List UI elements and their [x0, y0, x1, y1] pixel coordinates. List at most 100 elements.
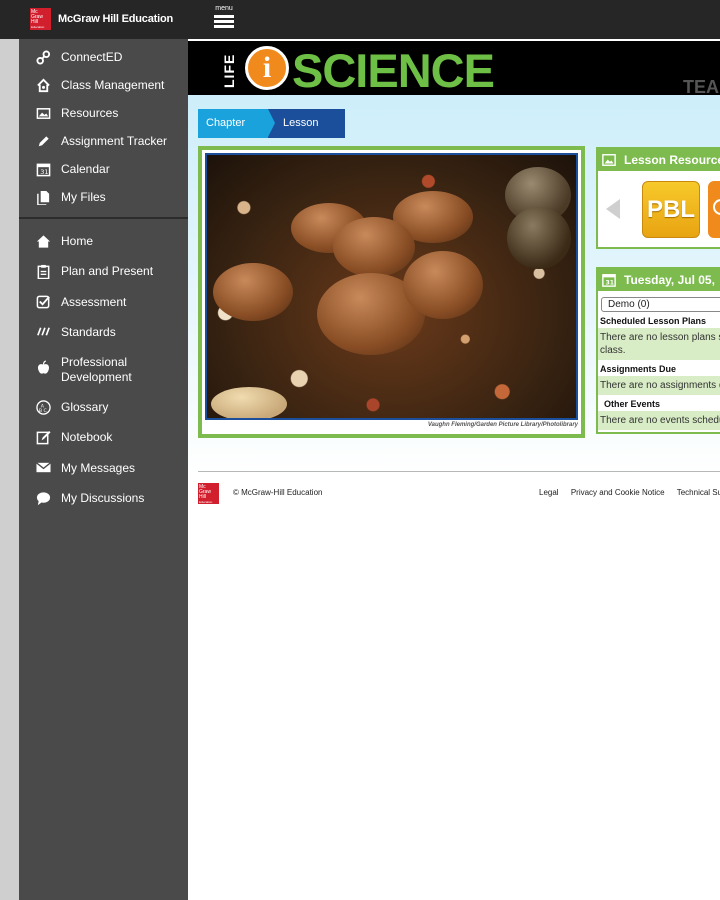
- calendar-panel: 31 Tuesday, Jul 05, Demo (0) Scheduled L…: [596, 267, 720, 434]
- calendar-icon: 31: [602, 274, 616, 287]
- sidebar-group-tools: ConnectED Class Management Resources Ass…: [19, 39, 188, 213]
- sidebar-item-class-management[interactable]: Class Management: [19, 73, 188, 101]
- logo-line: Education: [31, 25, 45, 29]
- banner-life-text: LIFE: [221, 53, 237, 88]
- lesson-resources-title: Lesson Resources: [624, 153, 720, 167]
- files-icon: [35, 189, 51, 205]
- breadcrumb-chapter[interactable]: Chapter 1:...: [198, 109, 275, 158]
- sidebar-item-label: Assessment: [61, 294, 127, 309]
- image-icon: [602, 154, 616, 166]
- pencil-icon: [35, 133, 51, 149]
- hamburger-icon: [213, 15, 235, 28]
- slashes-icon: [35, 324, 51, 340]
- main-content: LIFE i SCIENCE TEA Chapter 1:... Lesson …: [188, 39, 720, 900]
- sidebar-item-notebook[interactable]: Notebook: [19, 425, 188, 455]
- footer-copyright: © McGraw-Hill Education: [233, 488, 323, 497]
- sidebar-group-main: Home Plan and Present Assessment Standar…: [19, 229, 188, 516]
- sidebar-item-professional-development[interactable]: Professional Development: [19, 350, 188, 395]
- carousel-prev-arrow-icon[interactable]: [606, 199, 620, 219]
- link-icon: [35, 49, 51, 65]
- calendar-icon: 31: [35, 161, 51, 177]
- mcgraw-hill-logo: Mc Graw Hill Education: [30, 8, 51, 30]
- image-icon: [35, 105, 51, 121]
- sidebar-item-label: Professional Development: [61, 355, 132, 385]
- breadcrumb: Chapter 1:... Lesson 1:...: [198, 109, 345, 158]
- abc-icon: ABC: [35, 399, 51, 415]
- sidebar-item-glossary[interactable]: ABC Glossary: [19, 395, 188, 425]
- lesson-photo[interactable]: [205, 153, 578, 420]
- sidebar-item-label: My Files: [61, 190, 106, 204]
- footer-mcgraw-hill-logo: Mc Graw Hill Education: [198, 483, 219, 504]
- checkbox-icon: [35, 294, 51, 310]
- brand-name: McGraw Hill Education: [58, 13, 173, 25]
- breadcrumb-lesson[interactable]: Lesson 1:...: [268, 109, 345, 158]
- pbl-resource-tile[interactable]: PBL: [642, 181, 700, 238]
- lesson-photo-frame: Vaughn Fleming/Garden Picture Library/Ph…: [198, 146, 585, 438]
- sidebar-item-label: My Messages: [61, 460, 136, 475]
- sidebar-item-label: Resources: [61, 106, 119, 120]
- assignments-due-message: There are no assignments d: [598, 376, 720, 395]
- lesson-resources-panel: Lesson Resources PBL: [596, 147, 720, 249]
- message-line: class.: [600, 345, 626, 356]
- sidebar-item-label: Glossary: [61, 400, 109, 415]
- sidebar-item-resources[interactable]: Resources: [19, 101, 188, 129]
- svg-text:31: 31: [606, 279, 615, 286]
- left-edge: [0, 39, 19, 900]
- resource-tile-icon: [713, 199, 720, 215]
- sidebar-item-plan-and-present[interactable]: Plan and Present: [19, 259, 188, 289]
- footer-link-support[interactable]: Technical Sup: [677, 488, 720, 497]
- sidebar-item-label: ConnectED: [61, 50, 123, 64]
- logo-line: Education: [199, 500, 213, 504]
- assignments-due-label: Assignments Due: [600, 364, 677, 374]
- notebook-icon: [35, 429, 51, 445]
- sidebar-item-label: Calendar: [61, 162, 110, 176]
- stone-plant: [211, 387, 287, 418]
- stone-plant: [213, 263, 293, 321]
- sidebar-item-assignment-tracker[interactable]: Assignment Tracker: [19, 129, 188, 157]
- menu-label: menu: [215, 5, 233, 12]
- sidebar-item-label: Plan and Present: [61, 264, 154, 279]
- speech-bubble-icon: [35, 490, 51, 506]
- sidebar-item-label: Class Management: [61, 78, 165, 92]
- other-events-message: There are no events schedu: [598, 411, 720, 430]
- stone-plant: [403, 251, 483, 319]
- stone-plant: [333, 217, 415, 277]
- brand[interactable]: Mc Graw Hill Education McGraw Hill Educa…: [30, 8, 173, 30]
- lesson-resources-carousel: PBL: [598, 171, 720, 247]
- banner-i-logo: i: [245, 46, 289, 90]
- lesson-photo-card: Vaughn Fleming/Garden Picture Library/Ph…: [202, 150, 581, 434]
- footer-link-legal[interactable]: Legal: [539, 488, 559, 497]
- sidebar-item-my-files[interactable]: My Files: [19, 185, 188, 213]
- scheduled-lesson-plans-label: Scheduled Lesson Plans: [600, 316, 707, 326]
- sidebar-item-label: Home: [61, 234, 94, 248]
- resource-tile[interactable]: [708, 181, 720, 238]
- sidebar-item-home[interactable]: Home: [19, 229, 188, 259]
- footer-links: Legal Privacy and Cookie Notice Technica…: [539, 488, 720, 497]
- banner-science-text: SCIENCE: [292, 44, 495, 97]
- envelope-icon: [35, 460, 51, 476]
- sidebar-item-my-messages[interactable]: My Messages: [19, 456, 188, 486]
- calendar-date: Tuesday, Jul 05,: [624, 273, 715, 287]
- sidebar-item-calendar[interactable]: 31 Calendar: [19, 157, 188, 185]
- svg-text:B: B: [38, 408, 41, 414]
- sidebar-item-label: Assignment Tracker: [61, 134, 168, 148]
- sidebar-item-label: Notebook: [61, 430, 113, 445]
- sidebar: ConnectED Class Management Resources Ass…: [19, 39, 188, 900]
- svg-text:31: 31: [40, 168, 48, 176]
- lesson-resources-header: Lesson Resources: [598, 149, 720, 171]
- calendar-header: 31 Tuesday, Jul 05,: [598, 269, 720, 291]
- sidebar-item-assessment[interactable]: Assessment: [19, 290, 188, 320]
- sidebar-item-connected[interactable]: ConnectED: [19, 45, 188, 73]
- house-icon: [35, 77, 51, 93]
- apple-icon: [35, 359, 51, 375]
- class-select[interactable]: Demo (0): [601, 297, 720, 312]
- sidebar-item-label: Standards: [61, 324, 116, 339]
- clipboard-icon: [35, 263, 51, 279]
- sidebar-item-my-discussions[interactable]: My Discussions: [19, 486, 188, 516]
- menu-button[interactable]: menu: [213, 5, 235, 31]
- sidebar-item-standards[interactable]: Standards: [19, 320, 188, 350]
- stone-plant: [507, 207, 571, 269]
- other-events-label: Other Events: [604, 399, 661, 409]
- message-line: There are no lesson plans s: [600, 332, 720, 343]
- footer-link-privacy[interactable]: Privacy and Cookie Notice: [571, 488, 665, 497]
